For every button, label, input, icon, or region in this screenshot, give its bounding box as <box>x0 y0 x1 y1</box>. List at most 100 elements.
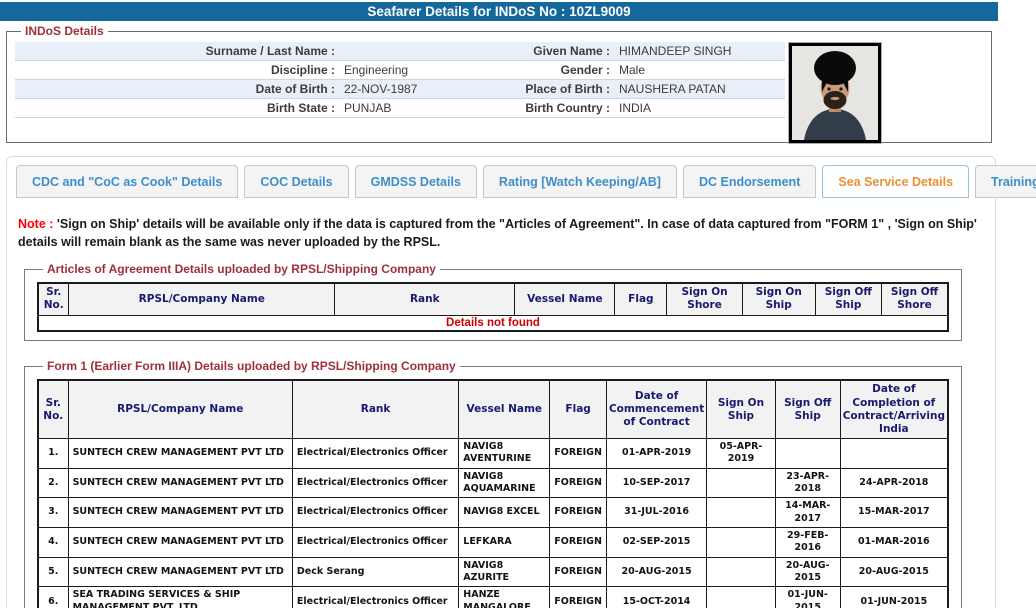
table-cell <box>775 438 840 468</box>
column-header: Flag <box>550 380 607 438</box>
column-header: Date of Commencement of Contract <box>606 380 706 438</box>
table-cell: 2. <box>38 468 68 498</box>
table-row: 3.SUNTECH CREW MANAGEMENT PVT LTDElectri… <box>38 498 948 528</box>
column-header: Sign On Ship <box>707 380 776 438</box>
table-cell: 10-SEP-2017 <box>606 468 706 498</box>
articles-table: Sr. No.RPSL/Company NameRankVessel NameF… <box>37 282 949 332</box>
column-header: Rank <box>335 283 515 315</box>
tab-rating-watch-keeping-ab[interactable]: Rating [Watch Keeping/AB] <box>483 165 677 198</box>
column-header: Date of Completion of Contract/Arriving … <box>840 380 948 438</box>
column-header: Flag <box>615 283 667 315</box>
table-cell: 20-AUG-2015 <box>606 557 706 587</box>
tab-dc-endorsement[interactable]: DC Endorsement <box>683 165 816 198</box>
table-header-row: Sr. No.RPSL/Company NameRankVessel NameF… <box>38 283 948 315</box>
page: Seafarer Details for INDoS No : 10ZL9009… <box>0 0 1036 608</box>
note-prefix: Note : <box>18 217 53 231</box>
table-cell: LEFKARA <box>459 528 550 558</box>
table-cell: 01-APR-2019 <box>606 438 706 468</box>
table-cell: SUNTECH CREW MANAGEMENT PVT LTD <box>68 498 292 528</box>
column-header: Sr. No. <box>38 380 68 438</box>
table-header-row: Sr. No.RPSL/Company NameRankVessel NameF… <box>38 380 948 438</box>
table-cell: NAVIG8 AZURITE <box>459 557 550 587</box>
tab-training-details[interactable]: Training Details <box>975 165 1036 198</box>
table-cell: HANZE MANGALORE <box>459 587 550 608</box>
table-cell: SUNTECH CREW MANAGEMENT PVT LTD <box>68 468 292 498</box>
table-row: 5.SUNTECH CREW MANAGEMENT PVT LTDDeck Se… <box>38 557 948 587</box>
table-cell: FOREIGN <box>550 587 607 608</box>
table-cell: SUNTECH CREW MANAGEMENT PVT LTD <box>68 528 292 558</box>
table-cell: 4. <box>38 528 68 558</box>
table-cell: 05-APR-2019 <box>707 438 776 468</box>
table-cell: FOREIGN <box>550 528 607 558</box>
table-row: 1.SUNTECH CREW MANAGEMENT PVT LTDElectri… <box>38 438 948 468</box>
form1-legend: Form 1 (Earlier Form IIIA) Details uploa… <box>43 359 460 373</box>
note-body: 'Sign on Ship' details will be available… <box>18 217 977 249</box>
field-label: Discipline : <box>15 61 340 79</box>
field-value <box>340 42 455 60</box>
field-label: Surname / Last Name : <box>15 42 340 60</box>
table-cell: 01-JUN-2015 <box>775 587 840 608</box>
column-header: Sign Off Ship <box>815 283 881 315</box>
table-cell: 23-APR-2018 <box>775 468 840 498</box>
table-cell: FOREIGN <box>550 557 607 587</box>
table-row: 6.SEA TRADING SERVICES & SHIP MANAGEMENT… <box>38 587 948 608</box>
column-header: Vessel Name <box>515 283 615 315</box>
table-cell: 6. <box>38 587 68 608</box>
table-cell <box>707 498 776 528</box>
table-cell: SUNTECH CREW MANAGEMENT PVT LTD <box>68 438 292 468</box>
field-label: Place of Birth : <box>455 80 615 98</box>
table-cell: 3. <box>38 498 68 528</box>
table-cell: 5. <box>38 557 68 587</box>
table-empty-row: Details not found <box>38 315 948 331</box>
column-header: Vessel Name <box>459 380 550 438</box>
articles-of-agreement-fieldset: Articles of Agreement Details uploaded b… <box>24 262 962 341</box>
empty-message: Details not found <box>38 315 948 331</box>
seafarer-photo-image <box>792 46 878 140</box>
table-cell: NAVIG8 AQUAMARINE <box>459 468 550 498</box>
table-cell: NAVIG8 EXCEL <box>459 498 550 528</box>
tab-cdc-and-coc-as-cook-details[interactable]: CDC and "CoC as Cook" Details <box>16 165 238 198</box>
column-header: Sign On Shore <box>667 283 743 315</box>
field-label: Gender : <box>455 61 615 79</box>
table-cell: Electrical/Electronics Officer <box>292 498 458 528</box>
table-cell: 24-APR-2018 <box>840 468 948 498</box>
column-header: Sign On Ship <box>742 283 815 315</box>
field-label: Given Name : <box>455 42 615 60</box>
column-header: Sign Off Ship <box>775 380 840 438</box>
table-cell: 20-AUG-2015 <box>775 557 840 587</box>
table-cell: Electrical/Electronics Officer <box>292 468 458 498</box>
indos-row: Surname / Last Name : Given Name :HIMANDE… <box>15 42 785 61</box>
tab-sea-service-details[interactable]: Sea Service Details <box>822 165 969 198</box>
table-cell: NAVIG8 AVENTURINE <box>459 438 550 468</box>
table-cell <box>707 468 776 498</box>
indos-details-fieldset: INDoS Details Surname / Last Name :Given… <box>6 24 992 143</box>
table-cell <box>707 587 776 608</box>
form1-table: Sr. No.RPSL/Company NameRankVessel NameF… <box>37 379 949 608</box>
field-label: Birth State : <box>15 99 340 117</box>
tab-coc-details[interactable]: COC Details <box>244 165 348 198</box>
table-cell: 1. <box>38 438 68 468</box>
table-cell: 20-AUG-2015 <box>840 557 948 587</box>
table-row: 2.SUNTECH CREW MANAGEMENT PVT LTDElectri… <box>38 468 948 498</box>
table-cell: SEA TRADING SERVICES & SHIP MANAGEMENT P… <box>68 587 292 608</box>
table-cell: FOREIGN <box>550 498 607 528</box>
table-cell: FOREIGN <box>550 438 607 468</box>
table-cell: 02-SEP-2015 <box>606 528 706 558</box>
seafarer-photo <box>789 43 881 143</box>
tabs-panel: CDC and "CoC as Cook" DetailsCOC Details… <box>6 156 996 608</box>
column-header: RPSL/Company Name <box>68 380 292 438</box>
indos-row: Discipline :EngineeringGender :Male <box>15 61 785 80</box>
table-cell <box>707 528 776 558</box>
field-value: PUNJAB <box>340 99 455 117</box>
table-cell: Electrical/Electronics Officer <box>292 528 458 558</box>
indos-row: Date of Birth :22-NOV-1987Place of Birth… <box>15 80 785 99</box>
column-header: Sign Off Shore <box>882 283 948 315</box>
field-value: HIMANDEEP SINGH <box>615 42 785 60</box>
column-header: RPSL/Company Name <box>69 283 335 315</box>
tab-strip: CDC and "CoC as Cook" DetailsCOC Details… <box>16 165 986 198</box>
page-title: Seafarer Details for INDoS No : 10ZL9009 <box>0 2 998 21</box>
tab-gmdss-details[interactable]: GMDSS Details <box>355 165 477 198</box>
field-value: NAUSHERA PATAN <box>615 80 785 98</box>
table-cell: 15-OCT-2014 <box>606 587 706 608</box>
table-cell: 01-MAR-2016 <box>840 528 948 558</box>
